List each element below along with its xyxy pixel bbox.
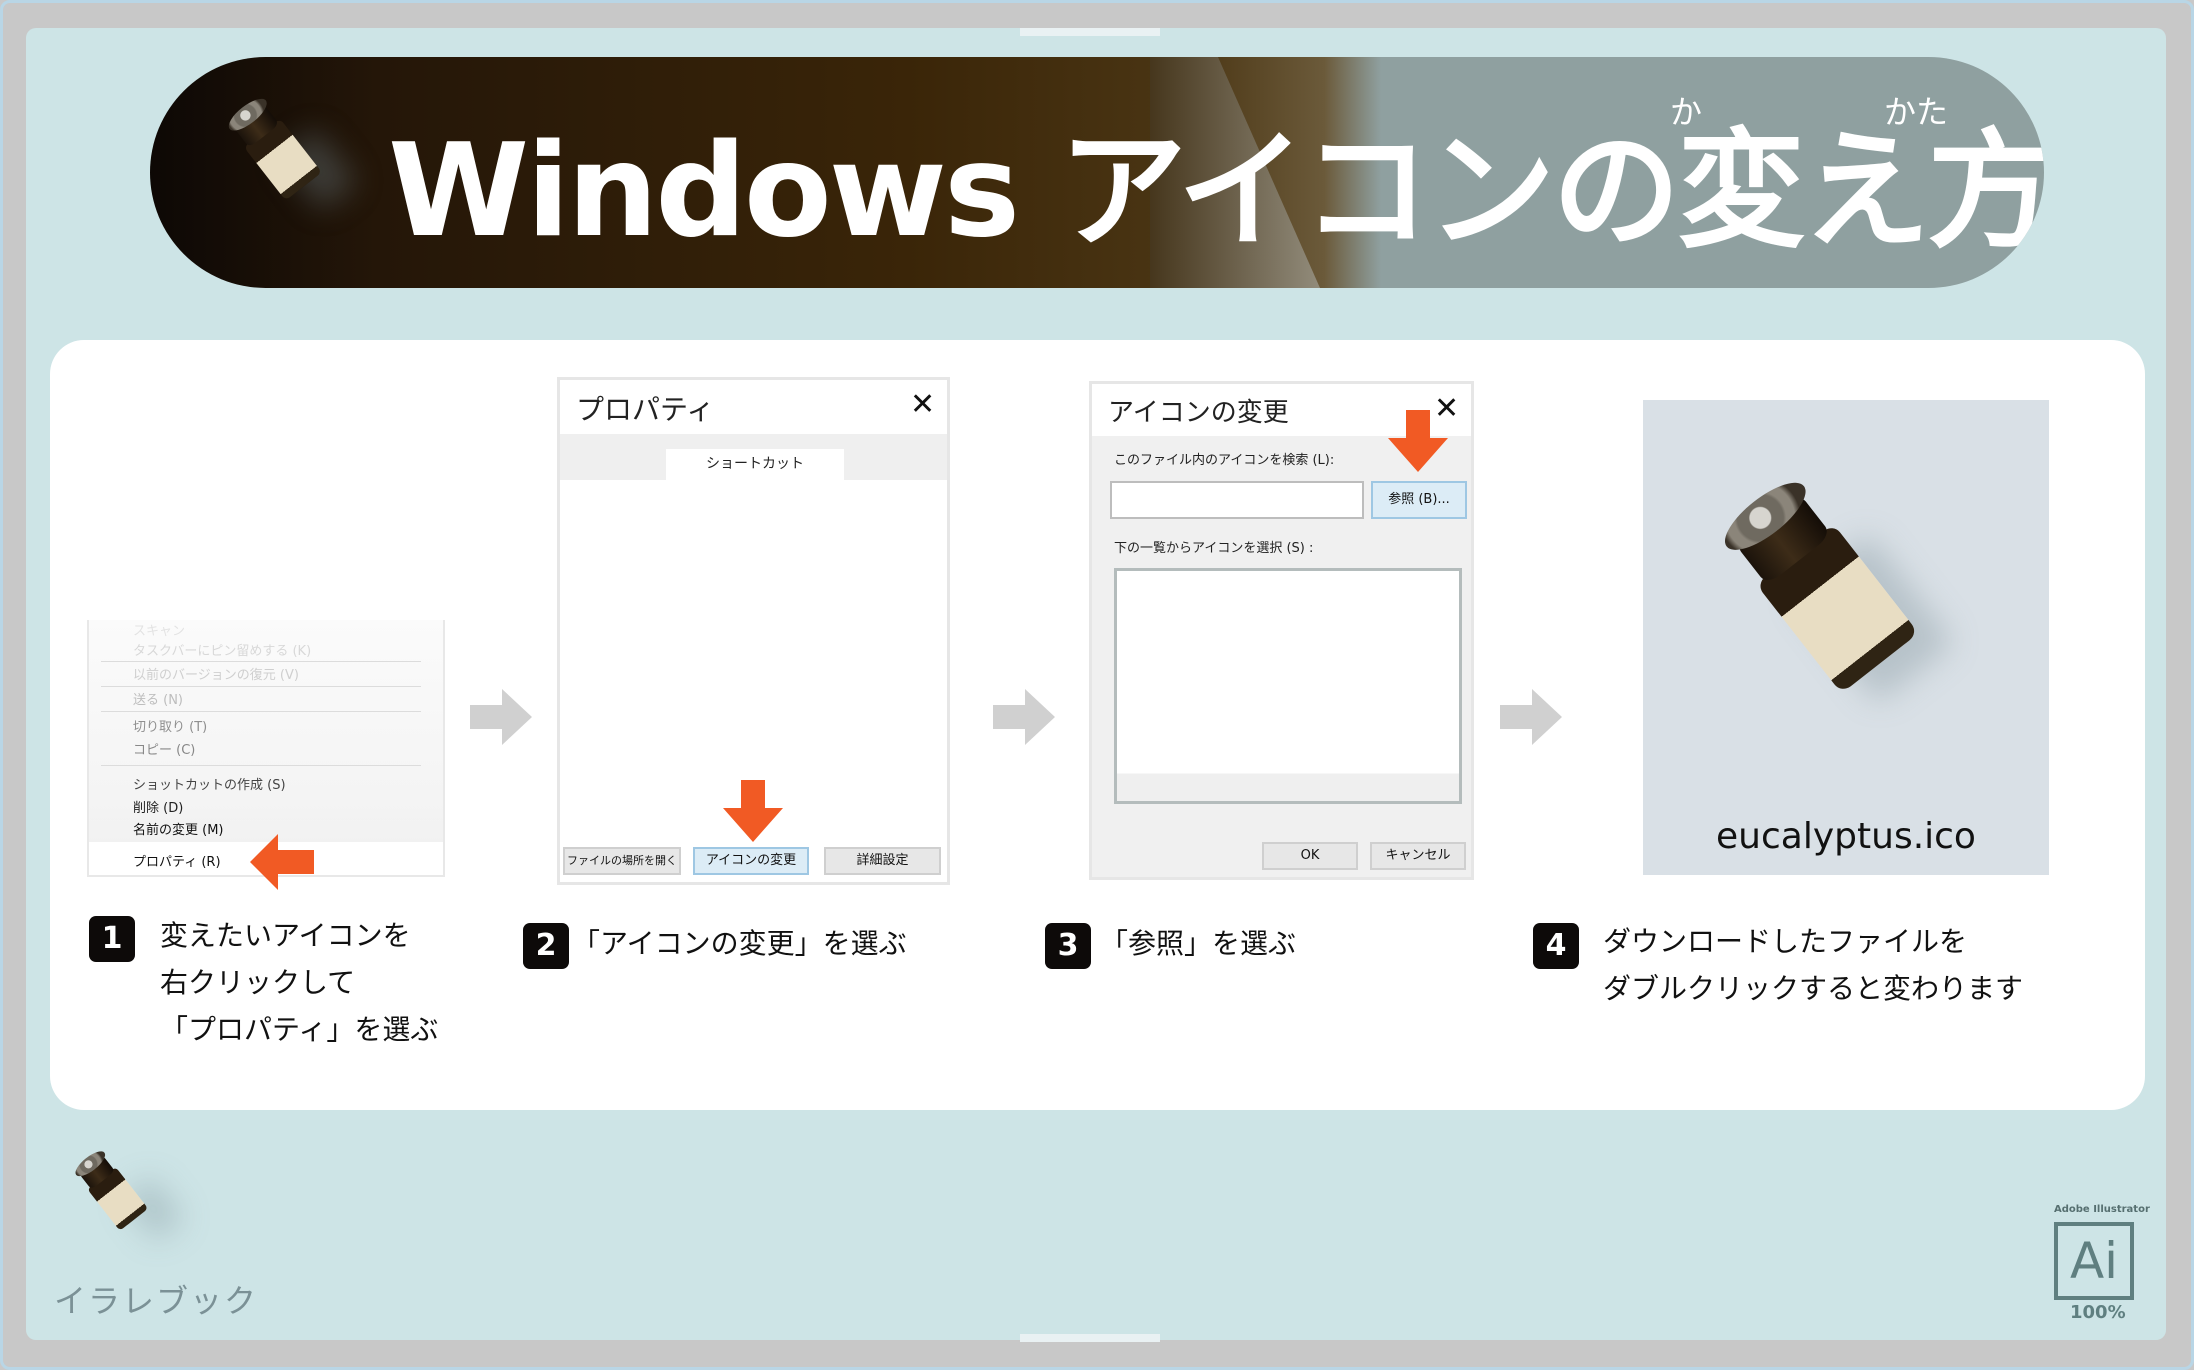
change-icon-dialog-title: アイコンの変更 bbox=[1108, 398, 1289, 428]
search-label: このファイル内のアイコンを検索 (L): bbox=[1114, 453, 1335, 468]
menu-item-rename[interactable]: 名前の変更 (M) bbox=[133, 819, 224, 838]
bottle-icon bbox=[224, 93, 322, 201]
illustrator-icon: Ai bbox=[2054, 1222, 2134, 1300]
menu-item-create-shortcut[interactable]: ショットカットの作成 (S) bbox=[133, 774, 286, 793]
step-1-badge: 1 bbox=[89, 916, 135, 962]
change-icon-button[interactable]: アイコンの変更 bbox=[693, 847, 809, 875]
menu-item-restore-version[interactable]: 以前のバージョンの復元 (V) bbox=[133, 664, 299, 683]
step-4-text: ダウンロードしたファイルを ダブルクリックすると変わります bbox=[1603, 925, 2024, 1005]
top-marker bbox=[1020, 28, 1160, 36]
bottle-icon bbox=[1715, 471, 1919, 694]
menu-item-copy[interactable]: コピー (C) bbox=[133, 739, 195, 758]
next-step-arrow-icon bbox=[470, 689, 532, 745]
open-file-location-button[interactable]: ファイルの場所を開く bbox=[563, 847, 681, 875]
menu-item-cut[interactable]: 切り取り (T) bbox=[133, 716, 207, 735]
zoom-level: 100% bbox=[2070, 1302, 2126, 1323]
menu-separator bbox=[101, 661, 421, 662]
menu-item-scan[interactable]: スキャン bbox=[133, 620, 185, 639]
browse-button[interactable]: 参照 (B)... bbox=[1371, 481, 1467, 519]
brand-logo: イラレブック bbox=[54, 1282, 259, 1320]
close-icon[interactable]: ✕ bbox=[910, 390, 935, 420]
properties-dialog: プロパティ ✕ ショートカット ファイルの場所を開く アイコンの変更 詳細設定 bbox=[557, 377, 950, 885]
menu-item-pin-taskbar[interactable]: タスクバーにピン留めする (K) bbox=[133, 640, 311, 659]
step-3-badge: 3 bbox=[1045, 923, 1091, 969]
menu-item-send-to[interactable]: 送る (N) bbox=[133, 689, 183, 708]
icon-preview[interactable]: eucalyptus.ico bbox=[1643, 400, 2049, 875]
step-1-text: 変えたいアイコンを 右クリックして 「プロパティ」を選ぶ bbox=[160, 919, 439, 1046]
change-icon-dialog: アイコンの変更 ✕ このファイル内のアイコンを検索 (L): 参照 (B)...… bbox=[1089, 381, 1474, 880]
step-4-badge: 4 bbox=[1533, 923, 1579, 969]
bottom-marker bbox=[1020, 1334, 1160, 1342]
menu-separator bbox=[101, 711, 421, 712]
next-step-arrow-icon bbox=[1500, 689, 1562, 745]
cancel-button[interactable]: キャンセル bbox=[1370, 842, 1466, 870]
step-2-badge: 2 bbox=[523, 923, 569, 969]
ai-caption: Adobe Illustrator bbox=[2054, 1204, 2150, 1215]
ok-button[interactable]: OK bbox=[1262, 842, 1358, 870]
menu-item-delete[interactable]: 削除 (D) bbox=[133, 797, 183, 816]
title-banner: Windows アイコンの変え方 か かた bbox=[150, 57, 2044, 288]
properties-dialog-title: プロパティ bbox=[576, 393, 715, 426]
icon-filename: eucalyptus.ico bbox=[1716, 816, 1976, 857]
step-2-text: 「アイコンの変更」を選ぶ bbox=[572, 927, 907, 960]
orange-arrow-left-icon bbox=[250, 834, 314, 890]
advanced-button[interactable]: 詳細設定 bbox=[824, 847, 941, 875]
ruby-kata: かた bbox=[1884, 93, 1949, 131]
icon-list[interactable] bbox=[1114, 568, 1462, 804]
orange-arrow-down-icon bbox=[723, 780, 783, 842]
tab-shortcut[interactable]: ショートカット bbox=[666, 449, 844, 480]
icon-path-input[interactable] bbox=[1110, 481, 1364, 519]
step-3-text: 「参照」を選ぶ bbox=[1100, 927, 1297, 960]
menu-separator bbox=[101, 686, 421, 687]
menu-separator bbox=[101, 765, 421, 766]
menu-item-properties[interactable]: プロパティ (R) bbox=[133, 851, 221, 870]
orange-arrow-down-icon bbox=[1388, 410, 1448, 472]
icon-list-label: 下の一覧からアイコンを選択 (S) : bbox=[1114, 541, 1314, 556]
ruby-ka: か bbox=[1670, 93, 1703, 131]
page-title: Windows アイコンの変え方 bbox=[388, 117, 2044, 266]
next-step-arrow-icon bbox=[993, 689, 1055, 745]
